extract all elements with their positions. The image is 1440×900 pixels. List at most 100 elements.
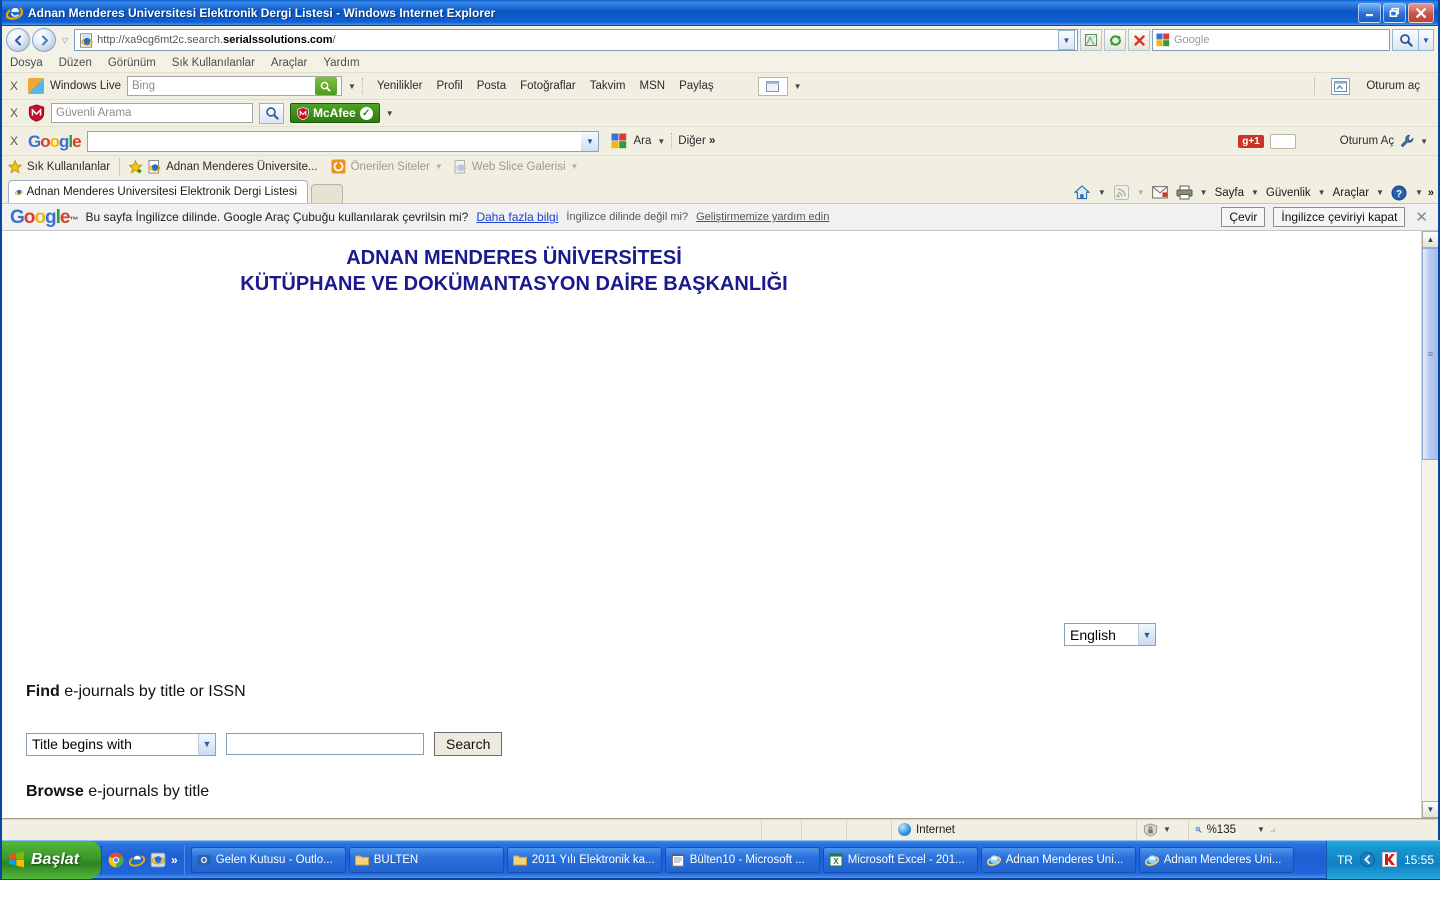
- minimize-button[interactable]: [1358, 2, 1381, 23]
- help-icon[interactable]: ?: [1391, 184, 1408, 201]
- taskbar-task[interactable]: Adnan Menderes Uni...: [1138, 846, 1294, 873]
- back-button[interactable]: [6, 28, 30, 52]
- scroll-up-button[interactable]: ▲: [1422, 231, 1438, 248]
- command-araclar[interactable]: Araçlar: [1333, 187, 1369, 199]
- help-dropdown-icon[interactable]: ▼: [1415, 188, 1423, 197]
- taskbar-task[interactable]: O Gelen Kutusu - Outlo...: [190, 846, 346, 873]
- menu-item-gorunum[interactable]: Görünüm: [108, 57, 156, 69]
- print-icon[interactable]: [1176, 184, 1193, 201]
- menu-item-sik-kullanilanlar[interactable]: Sık Kullanılanlar: [172, 57, 255, 69]
- search-go-button[interactable]: [1392, 29, 1418, 51]
- translate-more-info-link[interactable]: Daha fazla bilgi: [476, 210, 558, 224]
- chevron-down-icon-scope[interactable]: ▼: [198, 733, 215, 755]
- command-sayfa[interactable]: Sayfa: [1215, 187, 1244, 199]
- live-link-fotograflar[interactable]: Fotoğraflar: [520, 80, 576, 92]
- search-input[interactable]: Google: [1152, 29, 1390, 51]
- menu-item-araclar[interactable]: Araçlar: [271, 57, 307, 69]
- live-extra-button[interactable]: [757, 76, 788, 96]
- favorite-item-1[interactable]: Önerilen Siteler: [351, 161, 430, 173]
- find-query-input[interactable]: [226, 733, 424, 755]
- search-options-button[interactable]: ▼: [1418, 29, 1434, 51]
- live-link-paylas[interactable]: Paylaş: [679, 80, 714, 92]
- guvenlik-dropdown-icon[interactable]: ▼: [1318, 188, 1326, 197]
- bing-search-input[interactable]: Bing: [126, 76, 342, 96]
- close-windows-live-toolbar-icon[interactable]: X: [6, 79, 22, 93]
- find-search-button[interactable]: Search: [434, 732, 503, 756]
- turn-off-translate-button[interactable]: İngilizce çeviriyi kapat: [1273, 207, 1406, 227]
- wrench-icon[interactable]: [1400, 134, 1414, 148]
- mcafee-brand-button[interactable]: McAfee ✓: [290, 103, 380, 123]
- compatibility-view-button[interactable]: [1080, 29, 1102, 51]
- command-guvenlik[interactable]: Güvenlik: [1266, 187, 1311, 199]
- address-dropdown-button[interactable]: ▼: [1058, 30, 1075, 50]
- menu-item-dosya[interactable]: Dosya: [10, 57, 43, 69]
- find-scope-select[interactable]: Title begins with ▼: [26, 732, 216, 756]
- google-signin-link[interactable]: Oturum Aç: [1340, 135, 1394, 147]
- language-indicator[interactable]: TR: [1337, 853, 1353, 867]
- ie-icon[interactable]: [129, 852, 146, 868]
- taskbar-task[interactable]: Bülten10 - Microsoft ...: [664, 846, 820, 873]
- add-to-favorites-icon[interactable]: [129, 159, 143, 174]
- taskbar-task[interactable]: X Microsoft Excel - 201...: [822, 846, 978, 873]
- command-overflow-icon[interactable]: »: [1428, 187, 1434, 199]
- protected-mode-dropdown-icon[interactable]: ▼: [1163, 825, 1171, 834]
- live-link-yenilikler[interactable]: Yenilikler: [377, 80, 423, 92]
- mcafee-search-input[interactable]: Güvenli Arama: [51, 103, 254, 123]
- google-search-dropdown-icon[interactable]: ▼: [657, 137, 665, 146]
- menu-item-duzen[interactable]: Düzen: [59, 57, 92, 69]
- bing-search-button-icon[interactable]: [314, 77, 337, 95]
- araclar-dropdown-icon[interactable]: ▼: [1376, 188, 1384, 197]
- taskbar-task[interactable]: BÜLTEN: [348, 846, 504, 873]
- suggested-sites-dropdown-icon[interactable]: ▼: [435, 162, 443, 171]
- home-dropdown-icon[interactable]: ▼: [1098, 188, 1106, 197]
- live-link-msn[interactable]: MSN: [640, 80, 666, 92]
- live-signin-link[interactable]: Oturum aç: [1366, 80, 1420, 92]
- close-button[interactable]: [1408, 2, 1434, 23]
- zoom-dropdown-icon[interactable]: ▼: [1257, 825, 1265, 834]
- home-icon[interactable]: [1074, 184, 1091, 201]
- close-translate-bar-icon[interactable]: ✕: [1413, 208, 1430, 226]
- start-button[interactable]: Başlat: [2, 840, 102, 879]
- translate-help-link[interactable]: Geliştirmemize yardım edin: [696, 211, 829, 223]
- favorite-item-2[interactable]: Web Slice Galerisi: [472, 161, 566, 173]
- favorites-label[interactable]: Sık Kullanılanlar: [27, 161, 110, 173]
- google-toolbar-search-input[interactable]: ▼: [86, 130, 600, 152]
- language-select[interactable]: English ▼: [1064, 623, 1156, 646]
- sayfa-dropdown-icon[interactable]: ▼: [1251, 188, 1259, 197]
- google-search-history-dropdown-icon[interactable]: ▼: [581, 131, 599, 151]
- protected-mode-cell[interactable]: ▼: [1137, 819, 1189, 840]
- close-mcafee-toolbar-icon[interactable]: X: [6, 106, 22, 120]
- forward-button[interactable]: [32, 28, 56, 52]
- live-link-profil[interactable]: Profil: [437, 80, 463, 92]
- live-extra-dropdown-icon[interactable]: ▼: [794, 82, 802, 91]
- live-link-posta[interactable]: Posta: [477, 80, 506, 92]
- clock[interactable]: 15:55: [1404, 853, 1434, 867]
- chrome-icon[interactable]: [108, 852, 124, 868]
- address-input[interactable]: http://xa9cg6mt2c.search.serialssolution…: [74, 29, 1078, 51]
- mcafee-search-button[interactable]: [259, 102, 285, 124]
- close-google-toolbar-icon[interactable]: X: [6, 134, 22, 148]
- favorite-item-0[interactable]: Adnan Menderes Üniversite...: [166, 161, 318, 173]
- vertical-scrollbar[interactable]: ▲ ≡ ▼: [1421, 231, 1438, 818]
- kaspersky-icon[interactable]: [1381, 852, 1397, 867]
- restore-button[interactable]: [1383, 2, 1406, 23]
- taskbar-task[interactable]: Adnan Menderes Üni...: [980, 846, 1136, 873]
- chevron-down-icon[interactable]: ▼: [1138, 624, 1155, 645]
- web-slice-dropdown-icon[interactable]: ▼: [571, 162, 579, 171]
- ie-icon-2[interactable]: [150, 852, 166, 868]
- menu-item-yardim[interactable]: Yardım: [323, 57, 359, 69]
- translate-button[interactable]: Çevir: [1221, 207, 1266, 227]
- mail-icon[interactable]: [1152, 184, 1169, 201]
- zoom-cell[interactable]: %135 ▼: [1189, 820, 1284, 840]
- browser-tab-active[interactable]: Adnan Menderes Universitesi Elektronik D…: [8, 180, 308, 203]
- tray-expand-icon[interactable]: [1359, 852, 1375, 867]
- refresh-button[interactable]: [1104, 29, 1126, 51]
- resize-grip-icon[interactable]: [1270, 824, 1276, 836]
- print-dropdown-icon[interactable]: ▼: [1200, 188, 1208, 197]
- taskbar-task[interactable]: 2011 Yılı Elektronik ka...: [506, 846, 662, 873]
- scrollbar-thumb[interactable]: ≡: [1422, 248, 1438, 460]
- scroll-down-button[interactable]: ▼: [1422, 801, 1438, 818]
- mcafee-dropdown-icon[interactable]: ▼: [386, 109, 394, 118]
- google-settings-dropdown-icon[interactable]: ▼: [1420, 137, 1428, 146]
- google-more-link[interactable]: Diğer »: [678, 135, 715, 147]
